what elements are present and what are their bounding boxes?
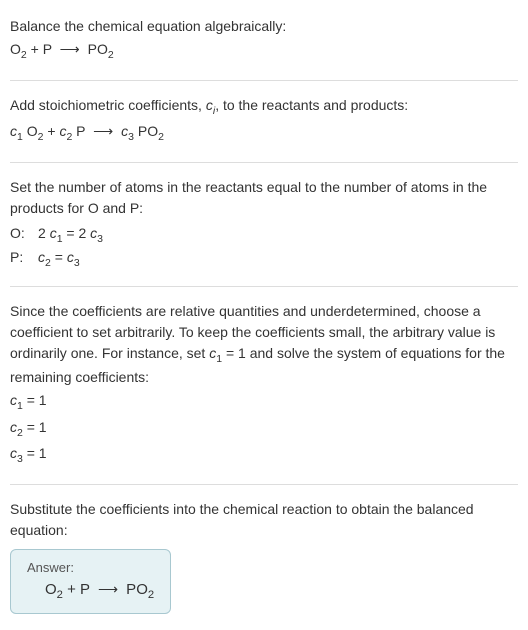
section-intro: Balance the chemical equation algebraica…: [10, 6, 518, 76]
element-label: O:: [10, 223, 38, 248]
section-answer: Substitute the coefficients into the che…: [10, 489, 518, 624]
answer-box: Answer: O2 + P ⟶ PO2: [10, 549, 171, 614]
balanced-equation: O2 + P ⟶ PO2: [27, 581, 154, 601]
add-coef-text: Add stoichiometric coefficients, ci, to …: [10, 95, 518, 120]
atom-balance-text: Set the number of atoms in the reactants…: [10, 177, 518, 219]
section-atom-balance: Set the number of atoms in the reactants…: [10, 167, 518, 282]
section-solve: Since the coefficients are relative quan…: [10, 291, 518, 480]
assignment: c3 = 1: [10, 443, 518, 468]
atom-balance-table: O: 2 c1 = 2 c3 P: c2 = c3: [10, 223, 518, 272]
solve-text: Since the coefficients are relative quan…: [10, 301, 518, 389]
balance-equation: c2 = c3: [38, 247, 80, 272]
answer-label: Answer:: [27, 560, 154, 575]
divider: [10, 286, 518, 287]
divider: [10, 80, 518, 81]
substitute-text: Substitute the coefficients into the che…: [10, 499, 518, 541]
reaction-equation: O2 + P ⟶ PO2: [10, 39, 518, 64]
divider: [10, 484, 518, 485]
section-add-coefficients: Add stoichiometric coefficients, ci, to …: [10, 85, 518, 158]
table-row: O: 2 c1 = 2 c3: [10, 223, 518, 248]
table-row: P: c2 = c3: [10, 247, 518, 272]
balance-equation: 2 c1 = 2 c3: [38, 223, 103, 248]
assignment: c1 = 1: [10, 390, 518, 415]
assignment: c2 = 1: [10, 417, 518, 442]
element-label: P:: [10, 247, 38, 272]
divider: [10, 162, 518, 163]
coef-equation: c1 O2 + c2 P ⟶ c3 PO2: [10, 121, 518, 146]
intro-text: Balance the chemical equation algebraica…: [10, 16, 518, 37]
